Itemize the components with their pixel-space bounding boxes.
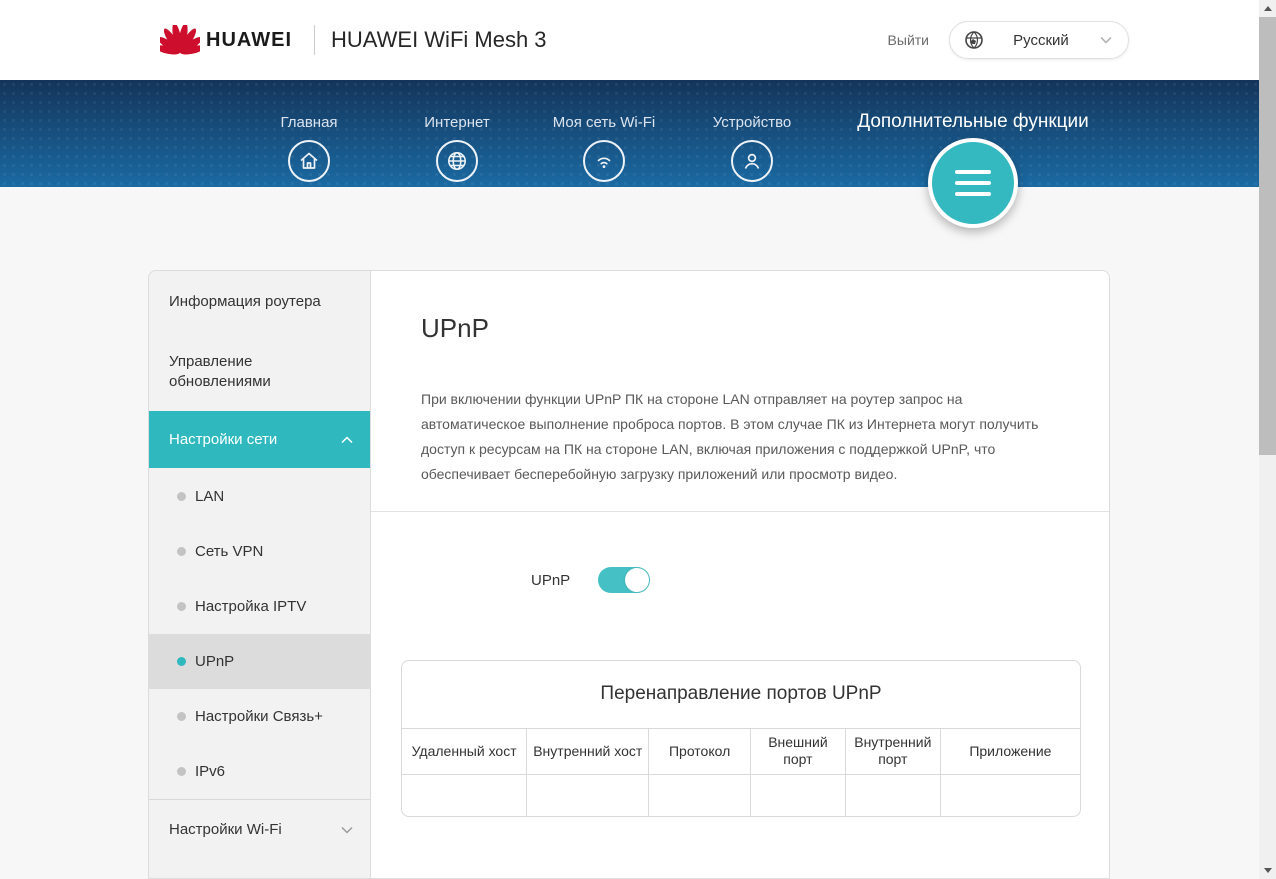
sidebar-subitem-lan[interactable]: LAN <box>149 468 370 524</box>
column-header-application: Приложение <box>939 728 1080 775</box>
sidebar-subitem-label: UPnP <box>195 653 235 670</box>
sidebar-item-router-info[interactable]: Информация роутера <box>149 271 370 332</box>
column-header-remote-host: Удаленный хост <box>402 728 527 775</box>
table-cell <box>749 774 846 816</box>
column-header-protocol: Протокол <box>648 728 751 775</box>
nav-label-device: Устройство <box>712 114 792 131</box>
bullet-dot-icon <box>177 712 186 721</box>
sidebar-subitem-ipv6[interactable]: IPv6 <box>149 744 370 799</box>
globe-icon <box>965 31 983 49</box>
nav-item-device[interactable]: Устройство <box>672 80 832 182</box>
sidebar-subitem-label: Настройки Связь+ <box>195 708 323 725</box>
sidebar-item-label: Информация роутера <box>169 293 321 310</box>
home-icon <box>288 140 330 182</box>
sidebar-subitem-iptv[interactable]: Настройка IPTV <box>149 579 370 634</box>
bullet-dot-icon <box>177 491 186 501</box>
table-header-row: Удаленный хост Внутренний хост Протокол … <box>402 728 1080 775</box>
sidebar-subitem-vpn[interactable]: Сеть VPN <box>149 524 370 579</box>
toggle-knob <box>625 568 650 592</box>
upnp-toggle-label: UPnP <box>531 571 571 589</box>
column-header-internal-host: Внутренний хост <box>526 728 649 775</box>
triangle-down-icon <box>1263 868 1272 873</box>
scroll-down-button[interactable] <box>1259 862 1276 879</box>
bullet-dot-icon <box>177 547 186 556</box>
upnp-toggle-row: UPnP <box>531 567 651 593</box>
table-cell <box>844 774 941 816</box>
sidebar-item-update-management[interactable]: Управление обновлениями <box>149 332 370 411</box>
app-header: HUAWEI HUAWEI WiFi Mesh 3 Выйти Русский <box>0 0 1259 80</box>
language-selector[interactable]: Русский <box>949 21 1129 59</box>
advanced-menu-button[interactable] <box>928 138 1018 228</box>
sidebar-subitem-label: Сеть VPN <box>195 543 264 560</box>
scrollbar-thumb[interactable] <box>1259 17 1276 455</box>
nav-item-my-wifi[interactable]: Моя сеть Wi-Fi <box>524 80 684 182</box>
sidebar-subitem-upnp[interactable]: UPnP <box>149 634 370 689</box>
upnp-content-panel: UPnP При включении функции UPnP ПК на ст… <box>370 270 1110 879</box>
hamburger-icon <box>955 170 991 174</box>
chevron-down-icon <box>341 826 353 834</box>
bullet-dot-icon <box>177 602 186 611</box>
scroll-up-button[interactable] <box>1259 0 1276 17</box>
language-label: Русский <box>1013 31 1069 49</box>
nav-item-internet[interactable]: Интернет <box>377 80 537 182</box>
page-description: При включении функции UPnP ПК на стороне… <box>421 391 1039 482</box>
logout-link[interactable]: Выйти <box>888 0 929 80</box>
sidebar-item-wifi-settings[interactable]: Настройки Wi-Fi <box>149 799 370 859</box>
sidebar-item-label: Настройки Wi-Fi <box>169 821 282 838</box>
nav-label-home: Главная <box>280 114 338 131</box>
nav-item-advanced-label[interactable]: Дополнительные функции <box>813 111 1133 133</box>
bullet-dot-icon <box>177 767 186 776</box>
nav-item-home[interactable]: Главная <box>229 80 389 182</box>
page-title: UPnP <box>421 313 489 343</box>
brand-logo: HUAWEI HUAWEI WiFi Mesh 3 <box>160 0 547 80</box>
port-forwarding-table: Перенаправление портов UPnP Удаленный хо… <box>401 660 1081 817</box>
column-header-internal-port: Внутренний порт <box>844 728 941 775</box>
upnp-toggle-switch[interactable] <box>598 567 651 593</box>
sidebar-item-network-settings[interactable]: Настройки сети <box>149 411 370 468</box>
sidebar-item-label: Управление обновлениями <box>169 352 271 390</box>
table-cell <box>648 774 751 816</box>
header-divider <box>314 25 315 55</box>
table-title-row: Перенаправление портов UPnP <box>402 661 1080 729</box>
table-cell <box>939 774 1080 816</box>
sidebar-subitem-label: IPv6 <box>195 763 226 780</box>
brand-name: HUAWEI <box>206 28 292 51</box>
settings-sidebar: Информация роутера Управление обновления… <box>148 270 370 879</box>
sidebar-subitem-label: LAN <box>195 487 225 505</box>
internet-globe-icon <box>436 140 478 182</box>
triangle-up-icon <box>1263 6 1272 11</box>
sidebar-item-label: Настройки сети <box>169 431 278 448</box>
section-divider <box>371 511 1109 512</box>
vertical-scrollbar[interactable] <box>1259 0 1276 879</box>
column-header-external-port: Внешний порт <box>749 728 846 775</box>
sidebar-subitem-label: Настройка IPTV <box>195 598 307 615</box>
chevron-up-icon <box>341 435 353 443</box>
huawei-flower-icon <box>160 25 200 55</box>
bullet-dot-icon <box>177 657 186 666</box>
nav-label-internet: Интернет <box>424 114 490 131</box>
table-cell <box>402 774 527 816</box>
main-nav-bar: Главная Интернет Моя сеть Wi-Fi Устройст… <box>0 80 1259 228</box>
sidebar-subitem-svyaz[interactable]: Настройки Связь+ <box>149 689 370 744</box>
device-user-icon <box>731 140 773 182</box>
chevron-down-icon <box>1100 36 1112 44</box>
table-title: Перенаправление портов UPnP <box>402 661 1080 729</box>
wifi-icon <box>583 140 625 182</box>
table-cell <box>526 774 649 816</box>
product-title: HUAWEI WiFi Mesh 3 <box>331 27 547 52</box>
table-row <box>402 774 1080 816</box>
nav-label-my-wifi: Моя сеть Wi-Fi <box>552 114 656 131</box>
